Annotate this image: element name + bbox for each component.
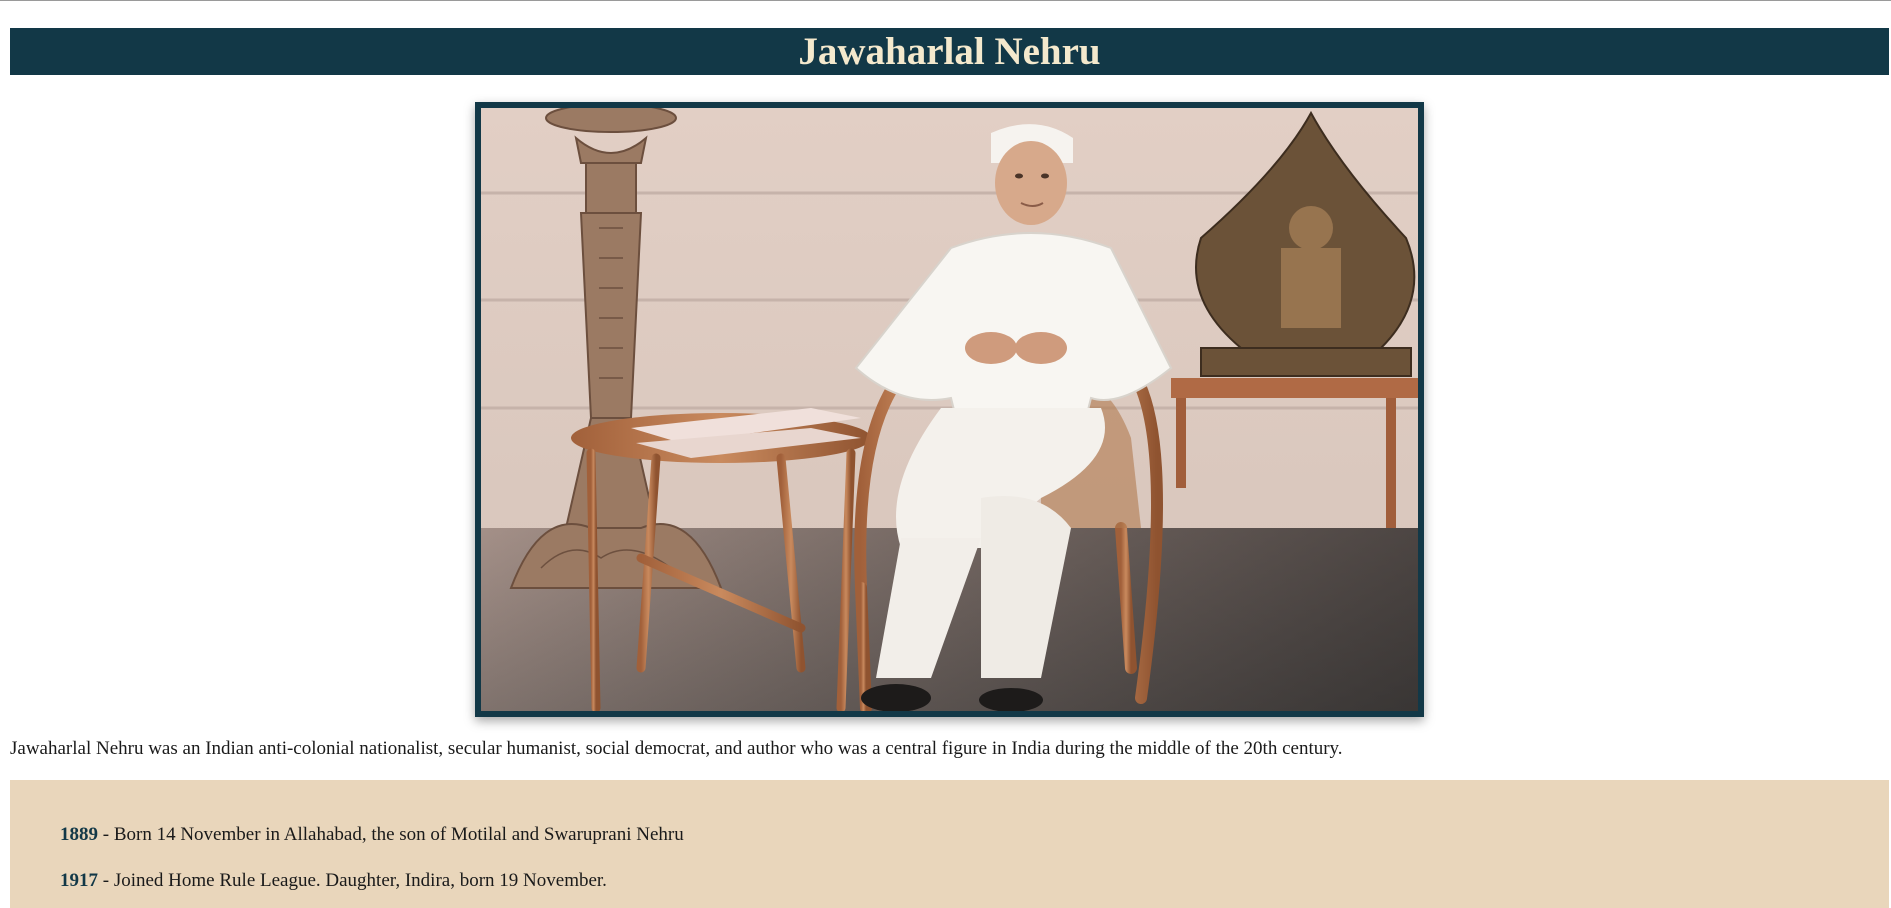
timeline-separator: - (98, 870, 114, 891)
page-header: Jawaharlal Nehru (10, 28, 1889, 75)
top-divider (0, 0, 1891, 1)
page-title: Jawaharlal Nehru (798, 30, 1101, 73)
timeline-text: Joined Home Rule League. Daughter, Indir… (113, 870, 607, 891)
timeline-item: 1889 - Born 14 November in Allahabad, th… (60, 823, 1889, 847)
timeline-section: 1889 - Born 14 November in Allahabad, th… (10, 780, 1889, 908)
portrait-image (481, 108, 1418, 711)
timeline-text: Born 14 November in Allahabad, the son o… (113, 824, 684, 845)
timeline-item: 1917 - Joined Home Rule League. Daughter… (60, 869, 1889, 893)
portrait-photo (475, 102, 1424, 717)
timeline-year: 1889 (60, 824, 98, 845)
timeline-list: 1889 - Born 14 November in Allahabad, th… (10, 780, 1889, 893)
timeline-separator: - (98, 824, 114, 845)
intro-paragraph: Jawaharlal Nehru was an Indian anti-colo… (10, 738, 1343, 759)
timeline-year: 1917 (60, 870, 98, 891)
